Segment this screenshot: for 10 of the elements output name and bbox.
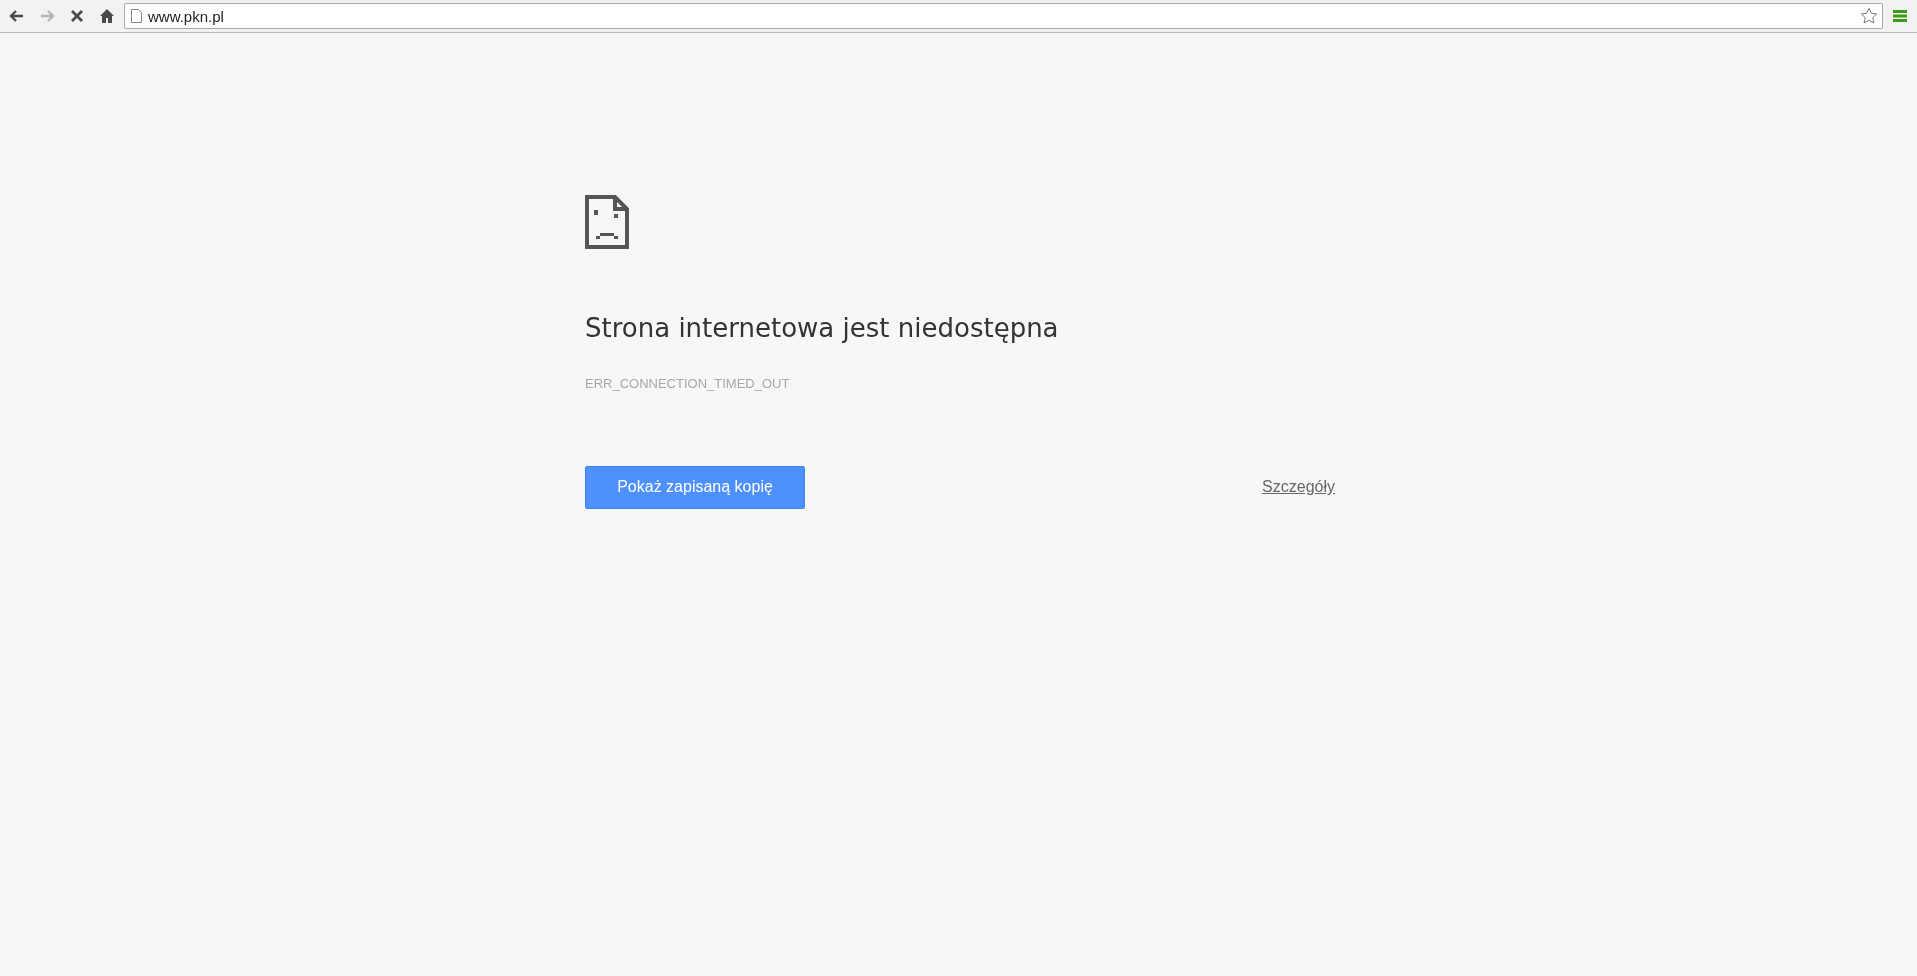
address-field[interactable]: www.pkn.pl [124, 3, 1883, 29]
error-code: ERR_CONNECTION_TIMED_OUT [585, 375, 791, 394]
sad-page-icon [585, 195, 629, 249]
show-saved-copy-button[interactable]: Pokaż zapisaną kopię [585, 465, 805, 509]
star-icon[interactable] [1860, 7, 1878, 25]
details-link[interactable]: Szczegóły [1262, 475, 1335, 500]
page-icon [131, 9, 142, 23]
menu-icon [1893, 9, 1907, 23]
home-icon [98, 7, 116, 25]
error-title: Strona internetowa jest niedostępna [585, 313, 1060, 345]
